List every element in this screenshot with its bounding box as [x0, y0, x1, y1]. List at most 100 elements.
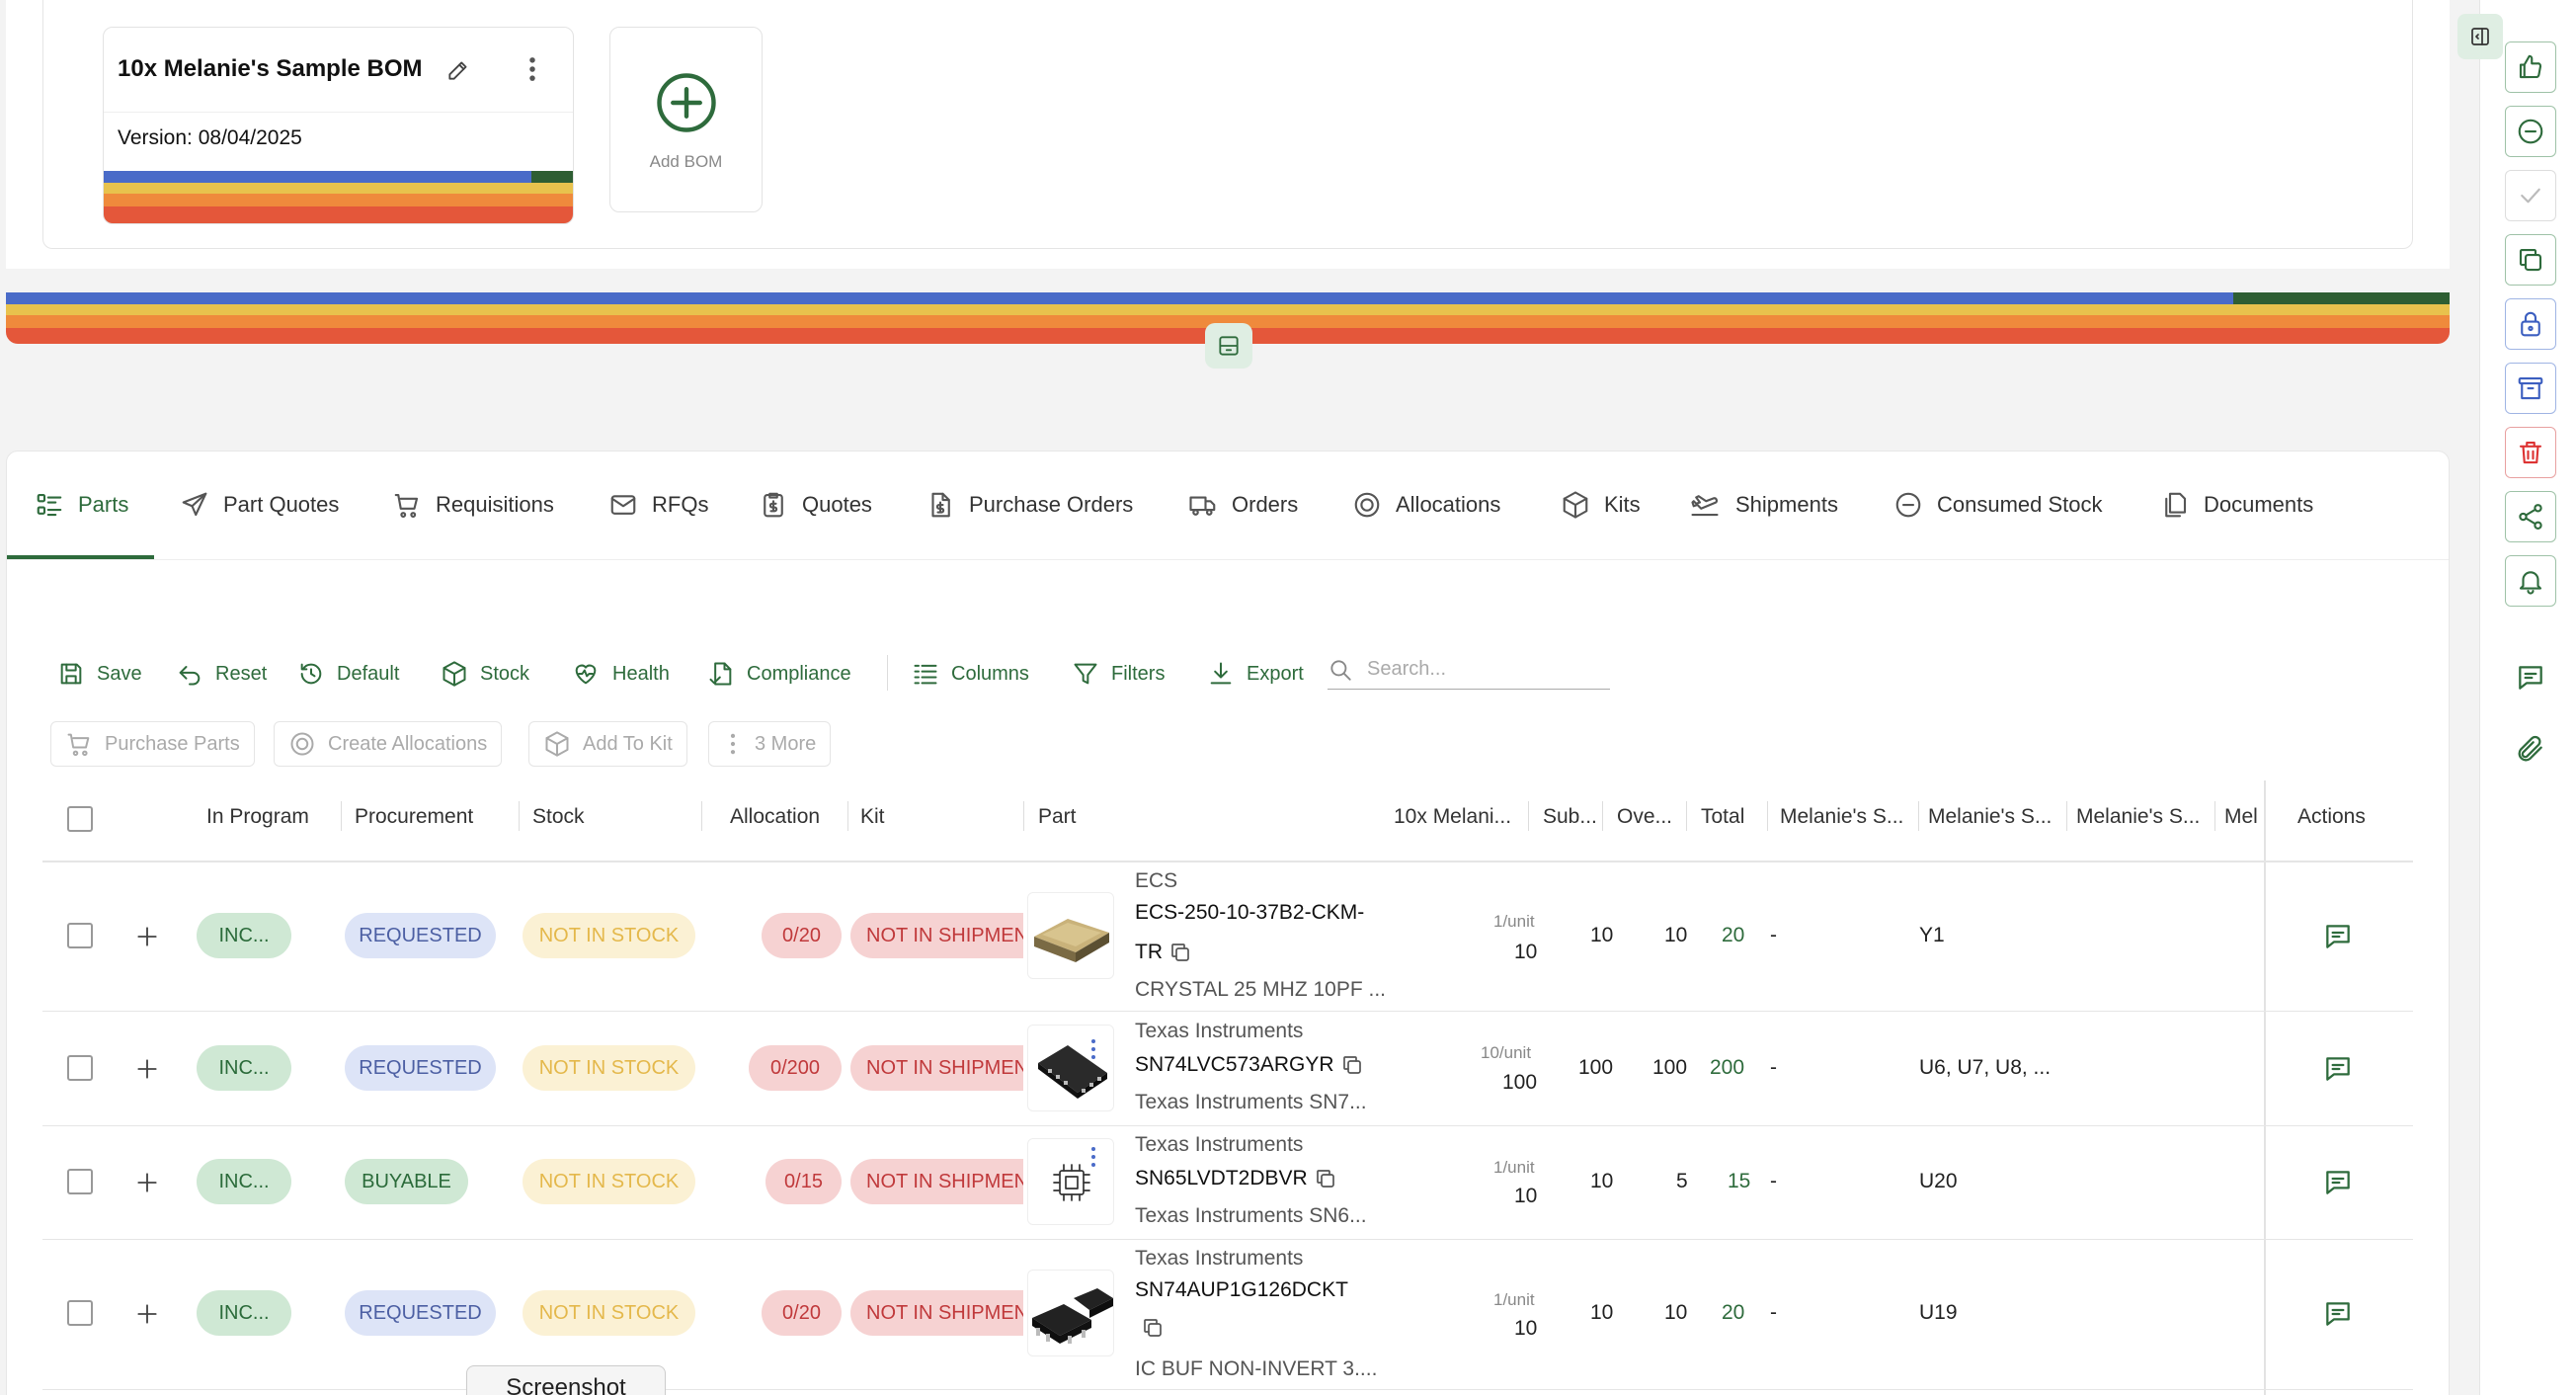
part-number-cont[interactable]: TR [1135, 941, 1163, 963]
procurement-badge[interactable]: BUYABLE [345, 1159, 468, 1204]
procurement-badge[interactable]: REQUESTED [345, 913, 496, 958]
attachments-button[interactable] [2505, 729, 2556, 769]
approve-button[interactable] [2505, 41, 2556, 93]
stock-button[interactable]: Stock [441, 660, 529, 688]
columns-button[interactable]: Columns [912, 660, 1029, 688]
column-melanies-4[interactable]: Mel [2224, 805, 2260, 829]
plus-icon[interactable] [134, 924, 160, 949]
tab-quotes[interactable]: Quotes [759, 485, 872, 525]
stock-badge[interactable]: NOT IN STOCK [523, 1290, 695, 1336]
part-number[interactable]: ECS-250-10-37B2-CKM- [1135, 901, 1364, 925]
search-field[interactable] [1328, 650, 1610, 690]
tab-kits[interactable]: Kits [1561, 485, 1641, 525]
tab-rfqs[interactable]: RFQs [608, 485, 708, 525]
kit-badge[interactable]: NOT IN SHIPMENT [850, 913, 1023, 958]
copy-icon[interactable] [1168, 941, 1192, 964]
column-melanies-2[interactable]: Melanie's S... [1928, 805, 2052, 829]
in-program-badge[interactable]: INC... [197, 1290, 291, 1336]
plus-icon[interactable] [134, 1301, 160, 1327]
tab-documents[interactable]: Documents [2160, 485, 2313, 525]
stock-badge[interactable]: NOT IN STOCK [523, 1159, 695, 1204]
tab-part-quotes[interactable]: Part Quotes [180, 485, 339, 525]
allocation-badge[interactable]: 0/20 [762, 913, 842, 958]
more-actions-button[interactable]: 3 More [708, 721, 832, 767]
archive-button[interactable] [2505, 363, 2556, 414]
notifications-button[interactable] [2505, 555, 2556, 607]
create-allocations-button[interactable]: Create Allocations [274, 721, 503, 767]
kit-badge[interactable]: NOT IN SHIPMENT [850, 1159, 1023, 1204]
tab-consumed-stock[interactable]: Consumed Stock [1893, 485, 2103, 525]
search-input[interactable] [1367, 658, 1594, 681]
allocation-badge[interactable]: 0/200 [749, 1045, 842, 1091]
filters-button[interactable]: Filters [1072, 660, 1165, 688]
bom-card[interactable]: 10x Melanie's Sample BOM Version: 08/04/… [103, 27, 574, 224]
in-program-badge[interactable]: INC... [197, 913, 291, 958]
delete-button[interactable] [2505, 427, 2556, 478]
row-checkbox[interactable] [67, 1055, 93, 1081]
comment-icon[interactable] [2322, 1167, 2354, 1198]
lock-button[interactable] [2505, 298, 2556, 350]
remove-button[interactable] [2505, 106, 2556, 157]
compliance-button[interactable]: Compliance [707, 660, 851, 688]
collapse-panel-button[interactable] [1205, 323, 1252, 369]
column-in-program[interactable]: In Program [206, 805, 309, 829]
in-program-badge[interactable]: INC... [197, 1045, 291, 1091]
add-bom-button[interactable]: Add BOM [609, 27, 763, 212]
tab-parts[interactable]: Parts [35, 485, 128, 525]
save-button[interactable]: Save [57, 660, 142, 688]
comment-icon[interactable] [2322, 921, 2354, 952]
purchase-parts-button[interactable]: Purchase Parts [50, 721, 255, 767]
allocation-badge[interactable]: 0/15 [765, 1159, 842, 1204]
comment-icon[interactable] [2322, 1298, 2354, 1330]
column-subtotal[interactable]: Sub... [1543, 805, 1597, 829]
tab-requisitions[interactable]: Requisitions [392, 485, 554, 525]
default-button[interactable]: Default [297, 660, 399, 688]
more-vertical-icon[interactable] [519, 53, 546, 85]
procurement-badge[interactable]: REQUESTED [345, 1290, 496, 1336]
tab-shipments[interactable]: Shipments [1688, 485, 1838, 525]
column-allocation[interactable]: Allocation [730, 805, 820, 829]
kit-badge[interactable]: NOT IN SHIPMENT [850, 1290, 1023, 1336]
column-kit[interactable]: Kit [860, 805, 885, 829]
tab-orders[interactable]: Orders [1188, 485, 1298, 525]
plus-icon[interactable] [134, 1056, 160, 1082]
tab-purchase-orders[interactable]: Purchase Orders [926, 485, 1133, 525]
row-checkbox[interactable] [67, 1169, 93, 1194]
add-to-kit-button[interactable]: Add To Kit [528, 721, 687, 767]
row-checkbox[interactable] [67, 1300, 93, 1326]
export-button[interactable]: Export [1207, 660, 1304, 688]
part-number[interactable]: SN65LVDT2DBVR [1135, 1167, 1308, 1190]
in-program-badge[interactable]: INC... [197, 1159, 291, 1204]
procurement-badge[interactable]: REQUESTED [345, 1045, 496, 1091]
column-procurement[interactable]: Procurement [355, 805, 473, 829]
comments-button[interactable] [2505, 658, 2556, 698]
column-melanies-3[interactable]: Melanie's S... [2076, 805, 2200, 829]
stock-badge[interactable]: NOT IN STOCK [523, 1045, 695, 1091]
plus-icon[interactable] [134, 1170, 160, 1195]
duplicate-button[interactable] [2505, 234, 2556, 286]
share-button[interactable] [2505, 491, 2556, 542]
column-stock[interactable]: Stock [532, 805, 585, 829]
row-checkbox[interactable] [67, 923, 93, 948]
pencil-icon[interactable] [445, 57, 471, 83]
copy-icon[interactable] [1141, 1316, 1165, 1340]
column-total[interactable]: Total [1701, 805, 1744, 829]
reset-button[interactable]: Reset [176, 660, 267, 688]
column-part[interactable]: Part [1038, 805, 1077, 829]
column-melanies-1[interactable]: Melanie's S... [1780, 805, 1903, 829]
stock-badge[interactable]: NOT IN STOCK [523, 913, 695, 958]
column-overage[interactable]: Ove... [1617, 805, 1672, 829]
copy-icon[interactable] [1340, 1053, 1364, 1077]
column-bom-qty[interactable]: 10x Melani... [1394, 805, 1511, 829]
part-number[interactable]: SN74LVC573ARGYR [1135, 1053, 1334, 1076]
kit-badge[interactable]: NOT IN SHIPMENT [850, 1045, 1023, 1091]
health-button[interactable]: Health [571, 660, 670, 688]
toggle-sidebar-button[interactable] [2457, 14, 2503, 59]
select-all-checkbox[interactable] [67, 806, 93, 832]
comment-icon[interactable] [2322, 1053, 2354, 1085]
tab-allocations[interactable]: Allocations [1352, 485, 1500, 525]
confirm-button[interactable] [2505, 170, 2556, 221]
copy-icon[interactable] [1314, 1167, 1337, 1190]
allocation-badge[interactable]: 0/20 [762, 1290, 842, 1336]
part-number[interactable]: SN74AUP1G126DCKT [1135, 1278, 1348, 1302]
